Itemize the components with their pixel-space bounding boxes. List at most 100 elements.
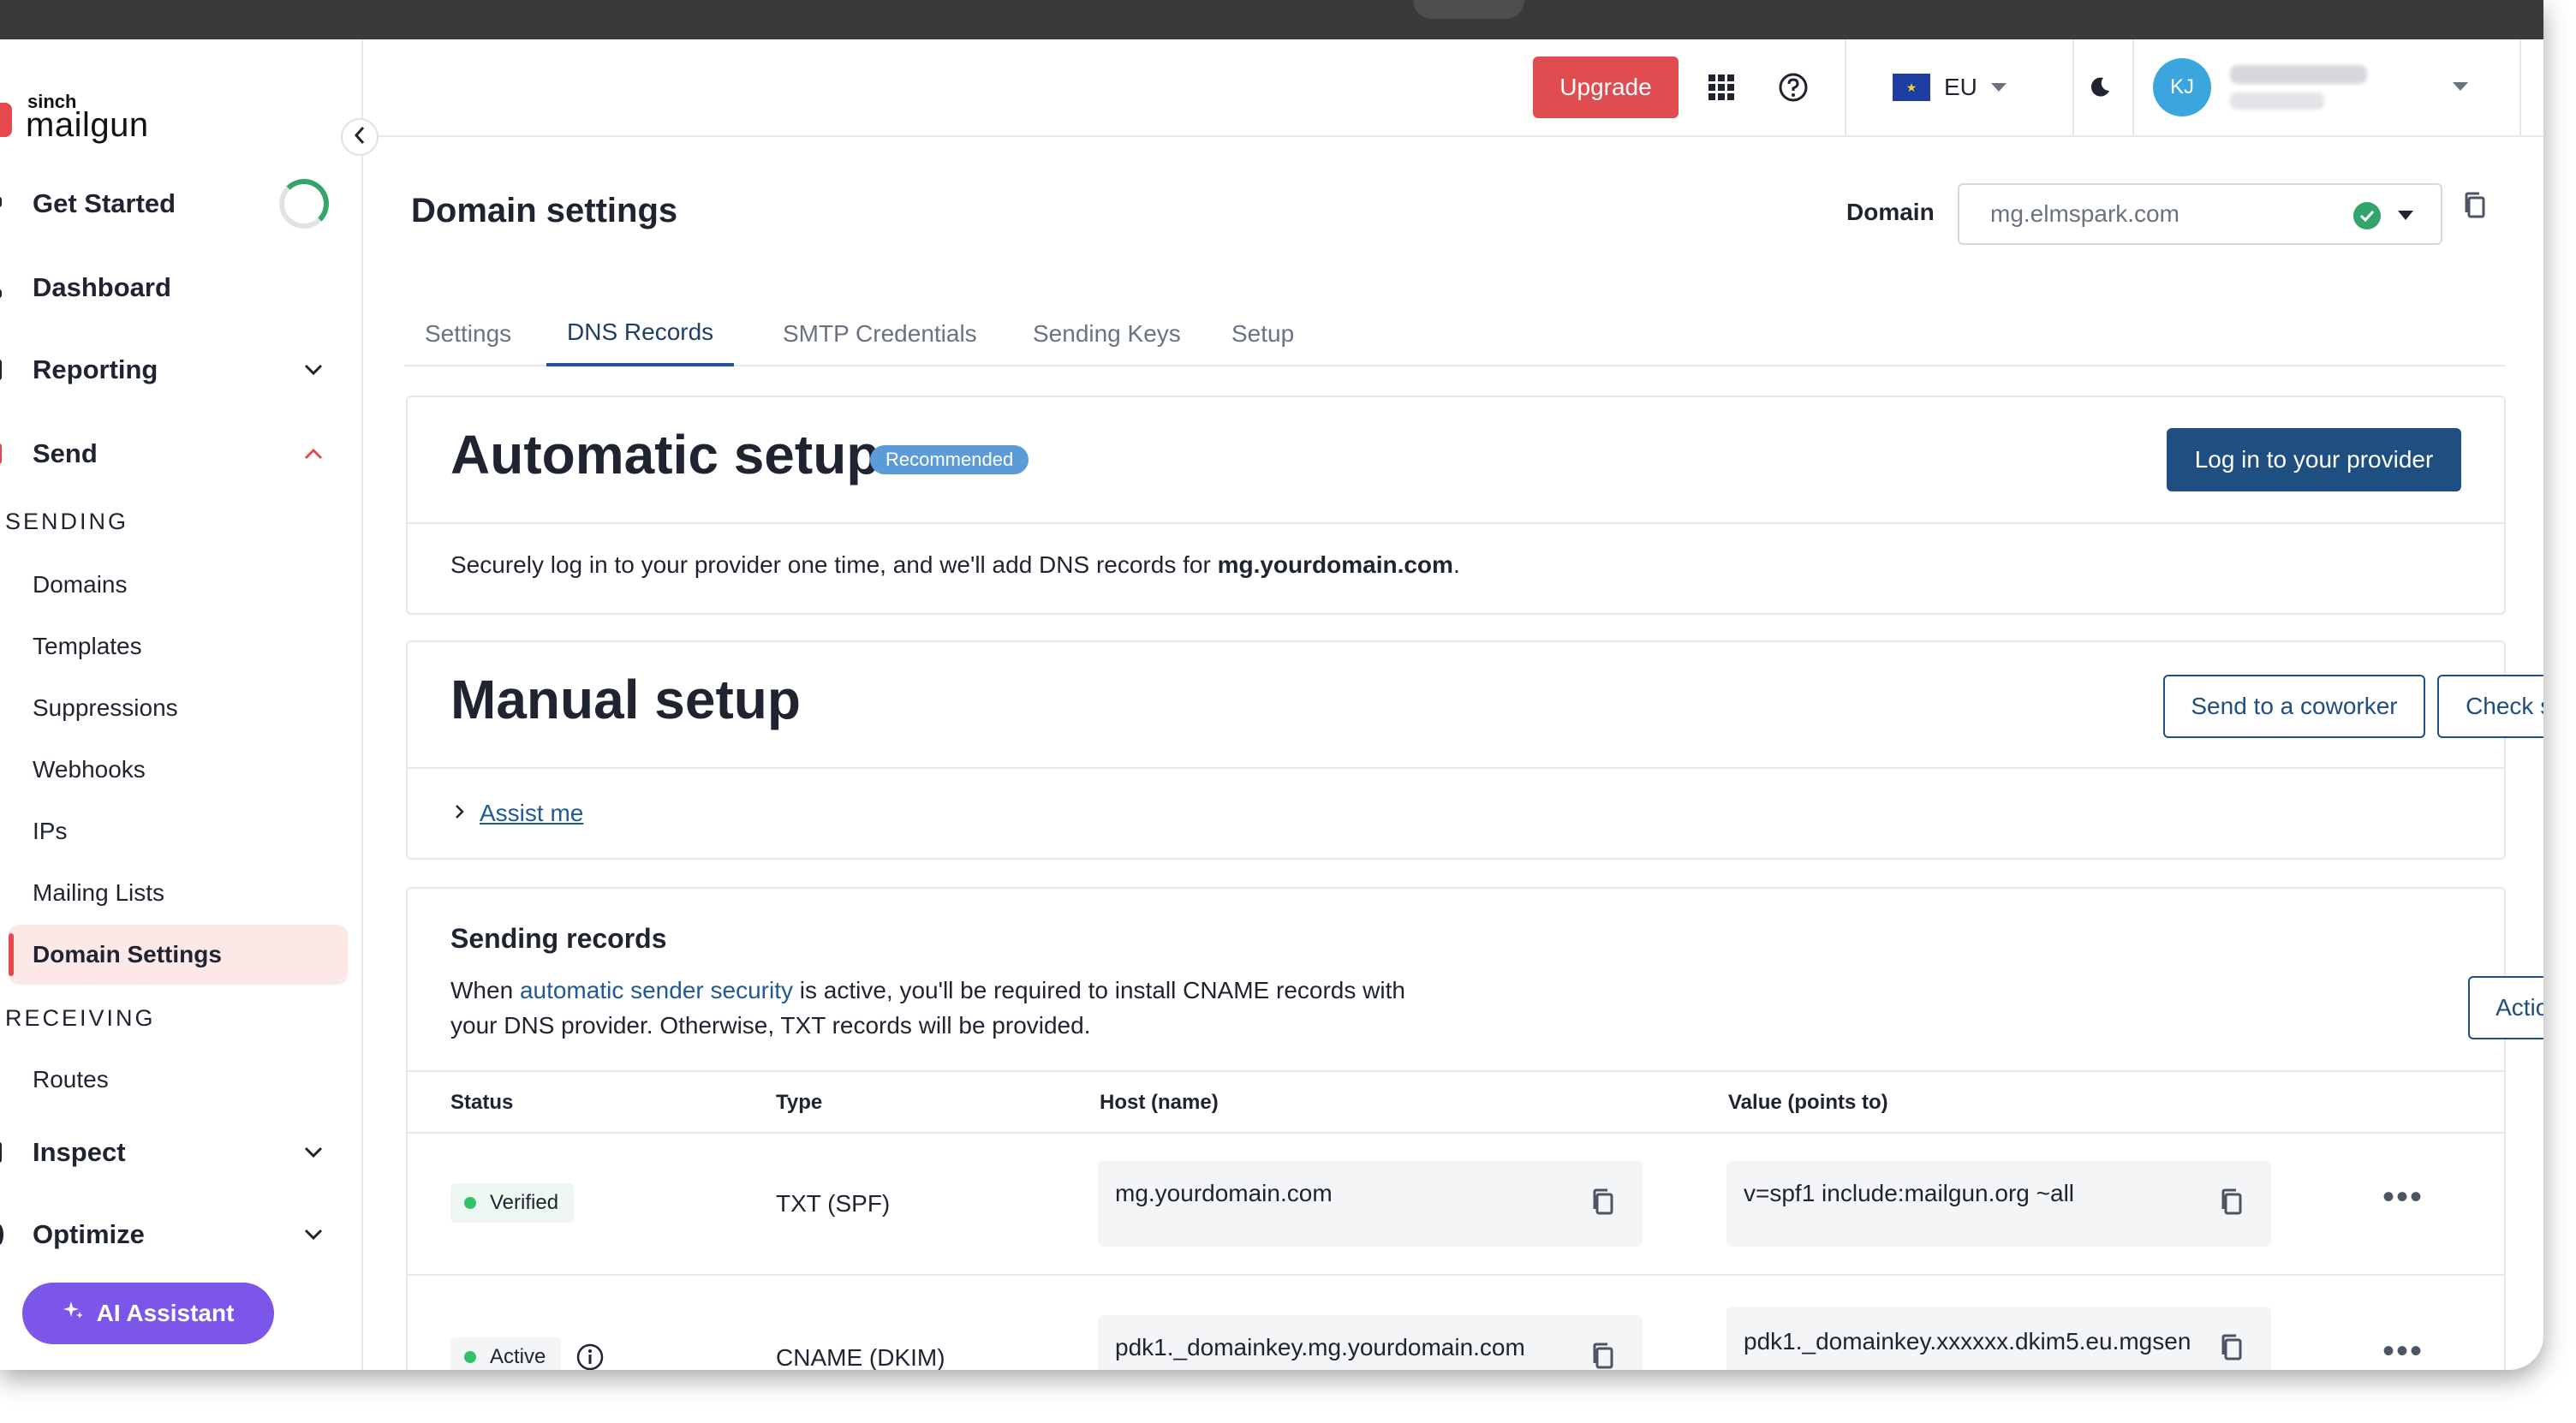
collapse-sidebar-button[interactable]	[341, 118, 379, 156]
host-value: mg.yourdomain.com	[1115, 1180, 1333, 1206]
caret-down-icon	[2398, 211, 2413, 220]
copy-icon[interactable]	[1591, 1343, 1615, 1370]
domain-select[interactable]: mg.elmspark.com	[1958, 183, 2442, 245]
sidebar-item-label: Inspect	[33, 1137, 126, 1167]
actions-label: Actions	[2496, 994, 2543, 1021]
host-value: pdk1._domainkey.mg.yourdomain.com	[1115, 1334, 1525, 1360]
copy-icon[interactable]	[2220, 1188, 2244, 1220]
copy-icon[interactable]	[1591, 1188, 1615, 1220]
eu-flag-icon: ★	[1893, 74, 1930, 101]
sidebar-item-label: Mailing Lists	[33, 879, 165, 906]
copy-icon[interactable]	[2220, 1334, 2244, 1366]
sidebar-item-routes[interactable]: Routes	[9, 1050, 348, 1110]
logo-mailgun-text: mailgun	[26, 106, 149, 144]
sidebar-item-domains[interactable]: Domains	[9, 555, 348, 615]
dark-mode-toggle-icon[interactable]	[2078, 65, 2122, 110]
sending-records-description: When automatic sender security is active…	[450, 977, 1405, 1039]
user-avatar[interactable]: KJ	[2153, 58, 2211, 116]
sidebar-item-templates[interactable]: Templates	[9, 616, 348, 676]
sidebar-item-mailing-lists[interactable]: Mailing Lists	[9, 863, 348, 923]
sidebar-item-suppressions[interactable]: Suppressions	[9, 678, 348, 738]
receiving-section-label: RECEIVING	[5, 1005, 156, 1031]
sidebar-item-ips[interactable]: IPs	[9, 801, 348, 861]
tab-smtp-credentials[interactable]: SMTP Credentials	[762, 301, 998, 366]
sending-records-card: Sending records When automatic sender se…	[406, 887, 2543, 1370]
account-name-redacted	[2230, 65, 2367, 84]
app-window: sinch mailgun Get Started Dashboard Repo…	[0, 0, 2543, 1370]
login-provider-button[interactable]: Log in to your provider	[2167, 428, 2461, 491]
record-value-box: pdk1._domainkey.xxxxxx.dkim5.eu.mgsen	[1726, 1307, 2271, 1370]
column-header-host: Host (name)	[1100, 1091, 1219, 1114]
sidebar-item-label: Dashboard	[33, 272, 171, 302]
verified-check-icon	[2353, 202, 2381, 229]
check-status-button[interactable]: Check status	[2437, 675, 2543, 738]
chevron-left-icon	[354, 126, 366, 149]
column-header-status: Status	[450, 1091, 514, 1114]
dashboard-icon	[0, 289, 2, 298]
sidebar-item-get-started[interactable]: Get Started	[0, 178, 363, 229]
sidebar-item-dashboard[interactable]: Dashboard	[0, 262, 363, 313]
copy-icon[interactable]	[2463, 192, 2487, 223]
caret-down-icon	[1990, 83, 2007, 92]
column-header-value: Value (points to)	[1728, 1091, 1888, 1114]
column-header-type: Type	[776, 1091, 823, 1114]
optimize-icon	[0, 1224, 3, 1245]
tab-dns-records[interactable]: DNS Records	[546, 301, 735, 366]
manual-setup-card: Manual setup Send to a coworker Check st…	[406, 640, 2543, 860]
sidebar-item-label: IPs	[33, 818, 68, 844]
automatic-setup-title: Automatic setup	[450, 424, 880, 485]
info-icon[interactable]	[575, 1343, 605, 1370]
settings-tabs: Settings DNS Records SMTP Credentials Se…	[404, 301, 2506, 366]
automatic-setup-description: Securely log in to your provider one tim…	[450, 551, 1460, 578]
chevron-right-icon	[454, 804, 464, 824]
account-email-redacted	[2230, 92, 2324, 110]
top-notification-bar	[0, 0, 2543, 39]
ai-assistant-label: AI Assistant	[96, 1300, 235, 1326]
sinch-logo-mark	[0, 103, 12, 137]
ai-assistant-button[interactable]: AI Assistant	[22, 1283, 274, 1344]
sidebar-item-optimize[interactable]: Optimize	[0, 1209, 363, 1260]
host-value-box: pdk1._domainkey.mg.yourdomain.com	[1098, 1315, 1643, 1370]
sidebar-item-domain-settings[interactable]: Domain Settings	[9, 925, 348, 985]
sending-records-title: Sending records	[450, 923, 667, 954]
top-header: Upgrade ★ EU KJ	[363, 39, 2543, 137]
tab-setup[interactable]: Setup	[1211, 301, 1315, 366]
sidebar-item-reporting[interactable]: Reporting	[0, 344, 363, 396]
sidebar-item-inspect[interactable]: Inspect	[0, 1127, 363, 1178]
region-selector[interactable]: ★ EU	[1893, 65, 2007, 110]
send-icon	[0, 444, 2, 464]
status-badge: Active	[450, 1337, 562, 1370]
sidebar-item-webhooks[interactable]: Webhooks	[9, 740, 348, 800]
status-badge: Verified	[450, 1183, 575, 1223]
chevron-down-icon	[301, 1140, 325, 1164]
tab-sending-keys[interactable]: Sending Keys	[1012, 301, 1202, 366]
domain-label: Domain	[1846, 199, 1935, 225]
domain-select-value: mg.elmspark.com	[1990, 200, 2179, 227]
apps-grid-icon[interactable]	[1699, 65, 1744, 110]
automatic-sender-security-link[interactable]: automatic sender security	[520, 977, 793, 1003]
sidebar-item-label: Domains	[33, 571, 128, 598]
onboarding-progress-icon	[279, 179, 329, 229]
record-type: TXT (SPF)	[776, 1190, 891, 1217]
recommended-badge: Recommended	[870, 445, 1029, 474]
sending-section-label: SENDING	[5, 509, 129, 534]
sidebar-item-label: Reporting	[33, 354, 158, 384]
actions-dropdown-button[interactable]: Actions	[2468, 976, 2543, 1039]
chevron-down-icon	[301, 358, 325, 382]
more-options-icon[interactable]: •••	[2382, 1178, 2424, 1217]
send-to-coworker-button[interactable]: Send to a coworker	[2163, 675, 2425, 738]
record-value: v=spf1 include:mailgun.org ~all	[1744, 1180, 2075, 1206]
sidebar-item-label: Optimize	[33, 1219, 145, 1249]
help-icon[interactable]	[1771, 65, 1816, 110]
more-options-icon[interactable]: •••	[2382, 1332, 2424, 1370]
upgrade-button[interactable]: Upgrade	[1533, 57, 1679, 118]
record-value: pdk1._domainkey.xxxxxx.dkim5.eu.mgsen	[1744, 1328, 2191, 1355]
sidebar-item-label: Send	[33, 438, 98, 468]
assist-me-toggle[interactable]: Assist me	[454, 800, 583, 827]
sidebar-item-send[interactable]: Send	[0, 428, 363, 479]
manual-setup-title: Manual setup	[450, 669, 801, 730]
tab-settings[interactable]: Settings	[404, 301, 532, 366]
record-type: CNAME (DKIM)	[776, 1344, 945, 1370]
account-menu-caret-icon[interactable]	[2453, 82, 2468, 91]
sidebar: sinch mailgun Get Started Dashboard Repo…	[0, 39, 363, 1370]
